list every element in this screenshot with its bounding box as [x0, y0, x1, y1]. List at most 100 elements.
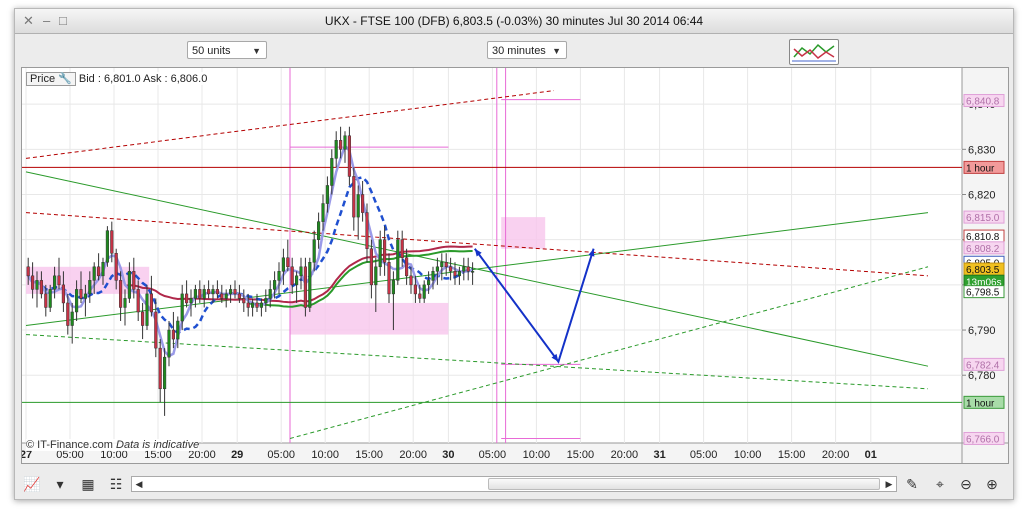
candle-up	[471, 271, 475, 273]
candle-down	[158, 347, 162, 390]
candle-up	[427, 280, 431, 286]
chart-scrollbar[interactable]: ◀ ▶	[131, 476, 897, 492]
pivot-zone	[290, 302, 449, 335]
candle-down	[339, 140, 343, 150]
candle-down	[132, 271, 136, 290]
candle-down	[466, 266, 470, 272]
candle-down	[220, 293, 224, 299]
candle-up	[176, 320, 180, 340]
candle-down	[383, 239, 387, 263]
candle-down	[449, 266, 453, 272]
wrench-icon: 🔧	[58, 73, 72, 85]
candle-up	[356, 194, 360, 218]
disclaimer-text: Data is indicative	[116, 439, 200, 451]
units-select[interactable]: 50 units ▼	[187, 41, 267, 59]
calculator-icon[interactable]: ▦	[79, 475, 97, 493]
candle-up	[189, 298, 193, 304]
price-chart-svg[interactable]: 27 05:00 10:00 15:00 20:00 29 05:00 10:00 15:00 2…	[22, 68, 1008, 463]
candle-up	[273, 280, 277, 290]
window-title: UKX - FTSE 100 (DFB) 6,803.5 (-0.03%) 30…	[324, 14, 704, 28]
candle-up	[343, 135, 347, 150]
strategy-icon[interactable]	[789, 39, 839, 65]
candle-up	[281, 257, 285, 272]
zoom-in-icon[interactable]: ⊕	[983, 475, 1001, 493]
units-select-value: 50 units	[192, 45, 231, 57]
scrollbar-thumb[interactable]	[488, 478, 880, 490]
candle-up	[48, 289, 52, 308]
drawing-tools-icon[interactable]: ✎	[903, 475, 921, 493]
candle-down	[79, 289, 83, 299]
price-tag-label: 6,798.5	[966, 288, 1000, 299]
candle-up	[193, 289, 197, 299]
y-tick-label: 6,780	[968, 370, 996, 382]
candle-up	[317, 221, 321, 240]
y-tick-label: 6,790	[968, 325, 996, 337]
timeframe-select[interactable]: 30 minutes ▼	[487, 41, 567, 59]
price-tag-label: 1 hour	[966, 398, 995, 409]
candle-up	[299, 266, 303, 277]
candle-up	[312, 239, 316, 263]
scroll-right-icon[interactable]: ▶	[882, 477, 896, 491]
candle-down	[361, 194, 365, 213]
candle-up	[308, 262, 312, 308]
x-tick-label: 15:00	[355, 449, 383, 461]
zoom-out-icon[interactable]: ⊖	[957, 475, 975, 493]
candle-down	[290, 266, 294, 286]
x-tick-label: 05:00	[690, 449, 718, 461]
candle-down	[154, 311, 158, 349]
x-tick-label: 31	[653, 449, 665, 461]
candle-down	[215, 289, 219, 295]
candle-down	[400, 239, 404, 259]
candle-down	[207, 289, 211, 295]
scroll-left-icon[interactable]: ◀	[132, 477, 146, 491]
chart-toolbar: 50 units ▼ 30 minutes ▼	[15, 34, 1013, 66]
candle-down	[39, 280, 43, 295]
candle-down	[413, 284, 417, 295]
candle-up	[330, 158, 334, 186]
candle-down	[171, 329, 175, 340]
price-type-label: Price	[30, 73, 56, 85]
candle-down	[141, 311, 145, 326]
x-tick-label: 10:00	[734, 449, 762, 461]
candle-up	[391, 280, 395, 295]
y-tick-label: 6,830	[968, 144, 996, 156]
candle-up	[334, 140, 338, 159]
price-tag-label: 6,808.2	[966, 244, 1000, 255]
candle-down	[418, 293, 422, 299]
title-bar: ✕ – □ UKX - FTSE 100 (DFB) 6,803.5 (-0.0…	[15, 9, 1013, 34]
candle-down	[365, 212, 369, 249]
candle-up	[180, 293, 184, 322]
x-tick-label: 05:00	[479, 449, 507, 461]
candle-down	[44, 293, 48, 308]
candle-up	[396, 239, 400, 281]
candle-up	[101, 262, 105, 277]
zoom-fit-icon[interactable]: ⌖	[931, 475, 949, 493]
candle-up	[163, 356, 167, 390]
candle-up	[462, 266, 466, 272]
candle-up	[457, 271, 461, 277]
candle-down	[286, 257, 290, 268]
candle-down	[303, 266, 307, 308]
x-tick-label: 05:00	[267, 449, 295, 461]
candle-down	[110, 230, 114, 254]
price-tag-label: 6,803.5	[966, 265, 1000, 276]
candle-up	[167, 329, 171, 358]
candle-down	[453, 271, 457, 277]
candle-up	[321, 203, 325, 222]
x-tick-label: 15:00	[567, 449, 595, 461]
chart-info: Price 🔧 Bid : 6,801.0 Ask : 6,806.0	[26, 72, 208, 86]
candle-down	[242, 298, 246, 304]
candle-up	[127, 271, 131, 299]
x-tick-label: 29	[231, 449, 243, 461]
price-tag-label: 6,766.0	[966, 434, 1000, 445]
x-tick-label: 30	[442, 449, 454, 461]
candle-down	[369, 248, 373, 286]
candle-down	[198, 289, 202, 299]
price-type-button[interactable]: Price 🔧	[26, 72, 76, 86]
candle-up	[264, 298, 268, 304]
chart-type-icon[interactable]: 📈	[23, 475, 41, 493]
price-chart[interactable]: 27 05:00 10:00 15:00 20:00 29 05:00 10:00 15:00 2…	[21, 67, 1009, 464]
indicator-icon[interactable]: ▾	[51, 475, 69, 493]
table-icon[interactable]: ☷	[107, 475, 125, 493]
candle-up	[88, 280, 92, 295]
